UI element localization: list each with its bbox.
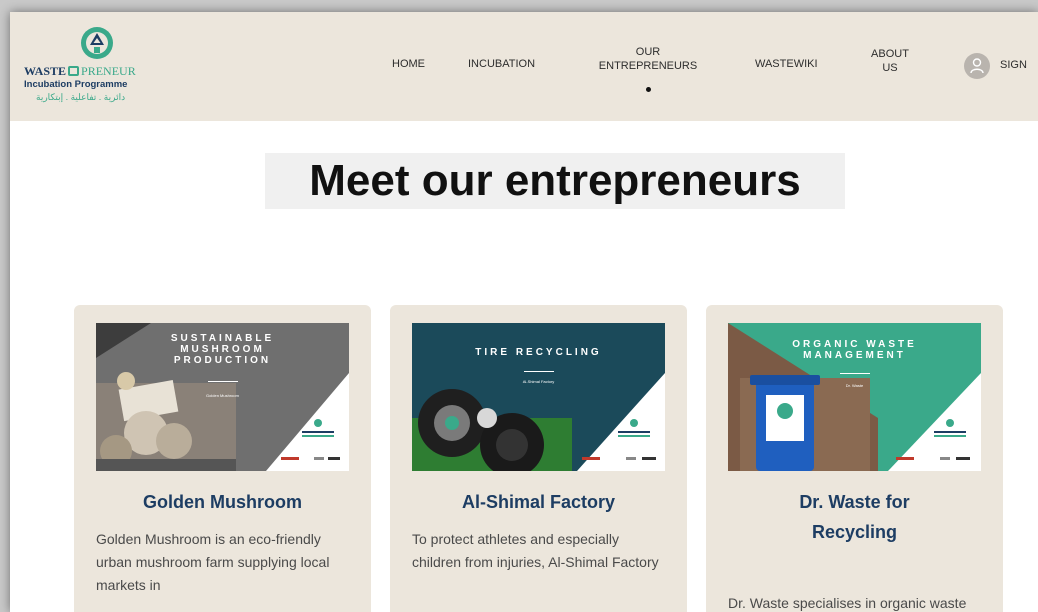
page: WASTE PRENEUR Incubation Programme دائرية… xyxy=(10,12,1038,612)
user-avatar-icon[interactable] xyxy=(964,53,990,79)
logo-arabic-tagline: دائرية . تفاعلية . إبتكارية xyxy=(36,92,126,102)
wastepreneur-logo[interactable]: WASTE PRENEUR Incubation Programme دائرية… xyxy=(24,26,164,106)
card-banner-subtitle: Dr. Waste xyxy=(845,383,864,388)
person-icon xyxy=(970,58,984,74)
nav-about-us[interactable]: ABOUT US xyxy=(868,47,912,75)
logo-title: WASTE PRENEUR xyxy=(24,64,136,78)
card-image-mushroom[interactable]: SUSTAINABLE MUSHROOM PRODUCTION Golden M… xyxy=(96,323,349,471)
sign-in-link[interactable]: SIGN xyxy=(1000,59,1027,71)
card-banner-subtitle: Golden Mushroom xyxy=(206,393,239,398)
page-title: Meet our entrepreneurs xyxy=(265,153,845,209)
card-title[interactable]: Dr. Waste for Recycling xyxy=(720,487,989,547)
nav-our-entrepreneurs[interactable]: OUR ENTREPRENEURS xyxy=(592,45,704,73)
card-description: To protect athletes and especially child… xyxy=(412,531,659,570)
card-banner-title: ORGANIC WASTE MANAGEMENT xyxy=(792,339,917,361)
entrepreneur-card-golden-mushroom[interactable]: SUSTAINABLE MUSHROOM PRODUCTION Golden M… xyxy=(74,305,371,612)
card-title[interactable]: Golden Mushroom xyxy=(88,487,357,517)
card-image-tires[interactable]: TIRE RECYCLING Al-Shimal Factory xyxy=(412,323,665,471)
card-image-organic-waste[interactable]: ORGANIC WASTE MANAGEMENT Dr. Waste xyxy=(728,323,981,471)
site-header: WASTE PRENEUR Incubation Programme دائرية… xyxy=(10,12,1038,121)
nav-incubation[interactable]: INCUBATION xyxy=(468,57,535,71)
card-description: Golden Mushroom is an eco-friendly urban… xyxy=(96,531,330,593)
logo-subtitle: Incubation Programme xyxy=(24,79,128,90)
active-nav-indicator xyxy=(646,87,651,92)
card-banner-title: TIRE RECYCLING xyxy=(475,347,602,358)
tire-banner-image xyxy=(412,323,665,471)
box-icon xyxy=(68,66,80,76)
card-description: Dr. Waste specialises in organic waste m… xyxy=(728,595,967,611)
card-banner-subtitle: Al-Shimal Factory xyxy=(522,379,555,384)
recycle-logo-icon xyxy=(81,27,113,59)
entrepreneur-card-dr-waste[interactable]: ORGANIC WASTE MANAGEMENT Dr. Waste Dr. W… xyxy=(706,305,1003,612)
nav-wastewiki[interactable]: WASTEWIKI xyxy=(755,57,818,71)
nav-home[interactable]: HOME xyxy=(392,57,425,71)
card-title[interactable]: Al-Shimal Factory xyxy=(404,487,673,517)
entrepreneur-card-al-shimal[interactable]: TIRE RECYCLING Al-Shimal Factory Al-Shim… xyxy=(390,305,687,612)
card-banner-title: SUSTAINABLE MUSHROOM PRODUCTION xyxy=(170,333,275,366)
